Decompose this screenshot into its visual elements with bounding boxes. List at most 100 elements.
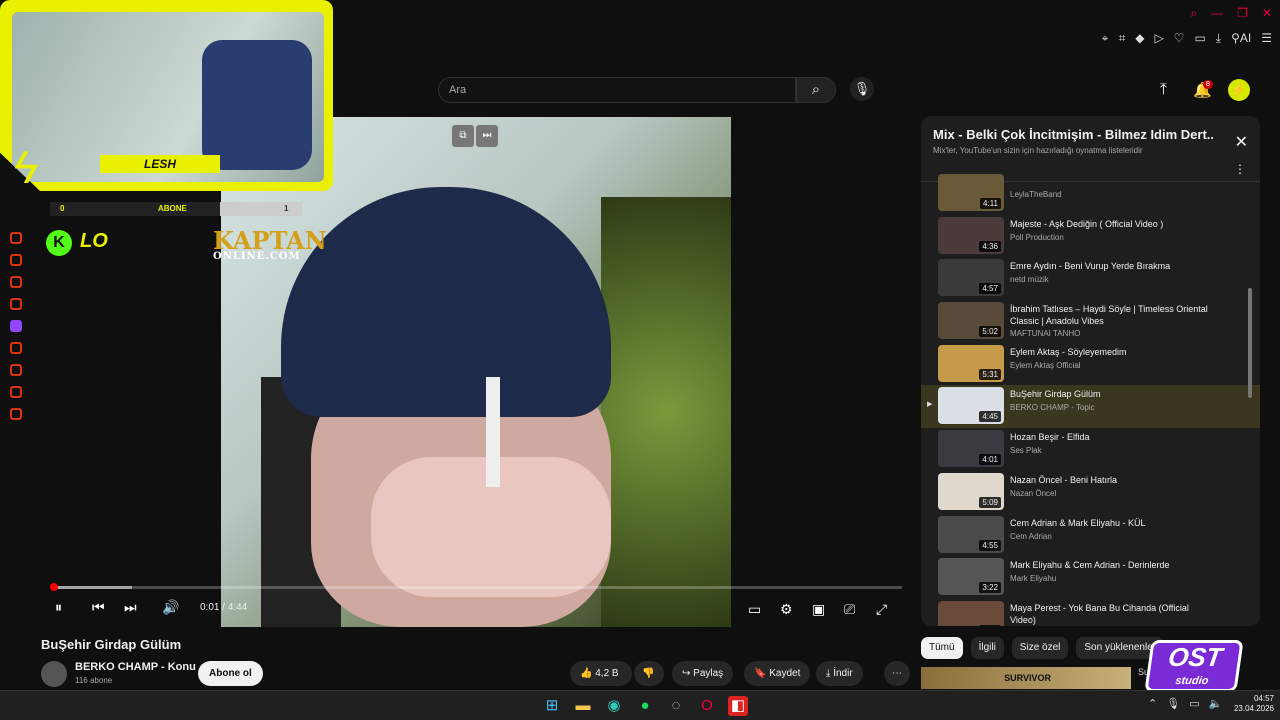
- ai-icon[interactable]: ⚲AI: [1231, 31, 1251, 46]
- next-icon[interactable]: ⏭: [124, 599, 137, 616]
- cast-icon[interactable]: ⎚: [844, 601, 855, 618]
- obs-icon[interactable]: ◌: [666, 696, 686, 716]
- spotify-icon[interactable]: ●: [635, 696, 655, 716]
- twitch-icon[interactable]: [10, 320, 22, 332]
- subscribe-button[interactable]: Abone ol: [198, 661, 263, 686]
- playlist-thumbnail: 5:31: [938, 344, 1004, 382]
- kick-logo: K: [46, 230, 72, 256]
- search-button[interactable]: ⌕: [796, 77, 836, 103]
- sidebar-icon-2[interactable]: [10, 254, 22, 266]
- theater-icon[interactable]: ▣: [812, 601, 825, 618]
- playlist-item[interactable]: 5:31 Eylem Aktaş - Söyleyemedim Eylem Ak…: [921, 343, 1260, 386]
- more-actions-button[interactable]: ⋯: [884, 661, 910, 686]
- video-frame-foliage: [601, 197, 731, 627]
- app-icon[interactable]: ◧: [728, 696, 748, 716]
- download-button[interactable]: ⤓ İndir: [816, 661, 863, 686]
- playlist-scrollbar[interactable]: [1248, 288, 1252, 398]
- playlist-duration: 5:31: [979, 368, 1001, 380]
- shield-icon[interactable]: ◆: [1135, 31, 1144, 46]
- progress-buffer: [52, 586, 132, 589]
- pin-icon[interactable]: ⌖: [1102, 31, 1109, 46]
- playlist-item[interactable]: 4:57 Emre Aydın - Beni Vurup Yerde Bırak…: [921, 257, 1260, 300]
- wallet-icon[interactable]: ▭: [1194, 31, 1205, 46]
- display-icon[interactable]: ▭: [1189, 697, 1199, 710]
- sidebar-icon-3[interactable]: [10, 276, 22, 288]
- playlist-item[interactable]: 3:22 Mark Eliyahu & Cem Adrian - Derinle…: [921, 556, 1260, 599]
- minimize-icon[interactable]: —: [1211, 6, 1223, 21]
- file-explorer-icon[interactable]: ▬: [573, 696, 593, 716]
- notification-badge: 8: [1203, 80, 1213, 89]
- playlist-item-title: Nazan Öncel - Beni Hatırla: [1010, 474, 1118, 485]
- sidebar-icon-7[interactable]: [10, 386, 22, 398]
- playlist-item-title: Eylem Aktaş - Söyleyemedim: [1010, 346, 1127, 357]
- progress-knob[interactable]: [50, 583, 58, 591]
- playlist-item[interactable]: 4:11 LeylaTheBand: [921, 172, 1260, 215]
- previous-icon[interactable]: ⏮: [92, 599, 105, 616]
- volume-icon[interactable]: 🔊: [162, 599, 179, 616]
- playlist-item-channel: Eylem Aktaş Official: [1010, 360, 1081, 370]
- mic-icon[interactable]: 🎙: [850, 77, 874, 101]
- playlist-item[interactable]: 5:09 Nazan Öncel - Beni Hatırla Nazan Ön…: [921, 471, 1260, 514]
- crop-icon[interactable]: ⌗: [1118, 31, 1125, 46]
- fullscreen-icon[interactable]: ⤢: [876, 601, 887, 618]
- heart-icon[interactable]: ♡: [1174, 31, 1185, 46]
- settings-icon[interactable]: ⚙: [780, 601, 793, 618]
- playlist-item-channel: MAFTUNAI TANHO: [1010, 329, 1081, 339]
- duration: 4:44: [227, 602, 248, 613]
- filter-chip[interactable]: Tümü: [921, 637, 963, 659]
- restore-icon[interactable]: ❐: [1237, 6, 1248, 21]
- sidebar-icon-6[interactable]: [10, 364, 22, 376]
- speaker-icon[interactable]: 🔈: [1209, 697, 1223, 710]
- like-button[interactable]: 👍 4,2 B: [570, 661, 632, 686]
- filter-chip[interactable]: Size özel: [1011, 637, 1069, 659]
- menu-icon[interactable]: ☰: [1261, 31, 1272, 46]
- filter-chips: Tümü İlgili Size özel Son yüklenenler: [921, 637, 1165, 659]
- playlist-item[interactable]: 5:02 İbrahim Tatlıses – Haydi Söyle | Ti…: [921, 300, 1260, 343]
- upload-icon[interactable]: ⤒: [1160, 81, 1167, 99]
- taskbar-apps: ⊞ ▬ ◉ ● ◌ O ◧: [542, 696, 748, 716]
- playlist-item[interactable]: 4:40 Maya Perest - Yok Bana Bu Cihanda (…: [921, 599, 1260, 626]
- search-input[interactable]: Ara: [438, 77, 796, 103]
- windows-start-icon[interactable]: ⊞: [542, 696, 562, 716]
- search-window-icon[interactable]: ⌕: [1190, 6, 1197, 21]
- play-icon[interactable]: ▷: [1154, 31, 1163, 46]
- opera-icon[interactable]: O: [697, 696, 717, 716]
- share-button[interactable]: ↪ Paylaş: [672, 661, 734, 686]
- clock[interactable]: 04:57 23.04.2026: [1228, 694, 1274, 714]
- playlist-item-title: Maya Perest - Yok Bana Bu Cihanda (Offic…: [1010, 602, 1189, 625]
- skip-icon[interactable]: ⏭: [476, 125, 498, 147]
- video-player[interactable]: [221, 117, 731, 627]
- playlist-item[interactable]: 4:55 Cem Adrian & Mark Eliyahu - KÜL Cem…: [921, 514, 1260, 557]
- edge-icon[interactable]: ◉: [604, 696, 624, 716]
- sidebar-icon-5[interactable]: [10, 342, 22, 354]
- channel-name[interactable]: BERKO CHAMP - Konu: [75, 661, 196, 673]
- sidebar-icon-8[interactable]: [10, 408, 22, 420]
- download-icon[interactable]: ⤓: [1216, 31, 1221, 46]
- pause-icon[interactable]: ⏸: [55, 599, 62, 616]
- close-icon[interactable]: ✕: [1235, 132, 1248, 152]
- chevron-up-icon[interactable]: ⌃: [1148, 697, 1157, 710]
- sub-goal-left: 0: [60, 204, 65, 213]
- playlist-item[interactable]: ▶ 4:45 BuŞehir Girdap Gülüm BERKO CHAMP …: [921, 385, 1260, 429]
- ost-studio-logo: OST studio: [1144, 640, 1244, 692]
- playlist-item[interactable]: 4:01 Hozan Beşir - Elfida Ses Plak: [921, 428, 1260, 471]
- recommended-thumbnail[interactable]: SURVIVOR: [921, 667, 1131, 689]
- playlist-thumbnail: 4:55: [938, 515, 1004, 553]
- channel-avatar[interactable]: [41, 661, 67, 687]
- save-button[interactable]: 🔖 Kaydet: [744, 661, 811, 686]
- playlist-title: Mix - Belki Çok İncitmişim - Bilmez Idim…: [933, 127, 1213, 142]
- sidebar-icon-4[interactable]: [10, 298, 22, 310]
- sidebar-icon-1[interactable]: [10, 232, 22, 244]
- playlist-subtitle: Mix'ler, YouTube'un sizin için hazırladı…: [933, 146, 1143, 155]
- video-title: BuŞehir Girdap Gülüm: [41, 637, 182, 652]
- avatar[interactable]: ⚡: [1228, 79, 1250, 101]
- dislike-button[interactable]: 👎: [634, 661, 664, 686]
- filter-chip[interactable]: İlgili: [970, 637, 1004, 659]
- progress-track[interactable]: [52, 586, 902, 589]
- subtitles-icon[interactable]: ▭: [748, 601, 761, 618]
- miniplayer-icon[interactable]: ⧉: [452, 125, 474, 147]
- mic-tray-icon[interactable]: 🎙: [1166, 697, 1180, 710]
- playlist-item[interactable]: 4:36 Majeste - Aşk Dediğin ( Official Vi…: [921, 215, 1260, 258]
- close-window-icon[interactable]: ✕: [1262, 6, 1272, 21]
- system-tray: ⌃ 🎙 ▭ 🔈: [1148, 697, 1222, 710]
